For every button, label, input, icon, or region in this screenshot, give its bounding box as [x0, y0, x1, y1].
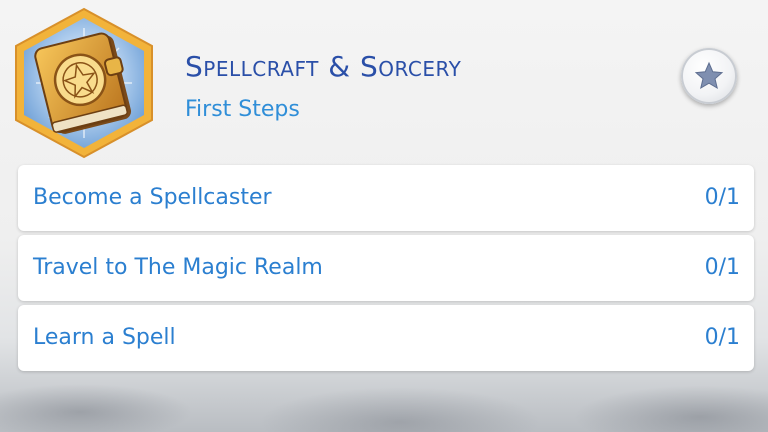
objective-list: Become a Spellcaster 0/1 Travel to The M…: [18, 165, 754, 375]
objective-label: Become a Spellcaster: [33, 185, 272, 210]
star-icon: [694, 61, 724, 90]
objective-row[interactable]: Travel to The Magic Realm 0/1: [18, 235, 754, 301]
objective-label: Travel to The Magic Realm: [33, 255, 323, 280]
aspiration-badge: [11, 6, 157, 160]
objective-progress: 0/1: [704, 255, 740, 280]
spellbook-icon: [15, 7, 153, 159]
objective-progress: 0/1: [704, 325, 740, 350]
aspiration-title: Spellcraft & Sorcery: [185, 50, 462, 83]
objective-row[interactable]: Become a Spellcaster 0/1: [18, 165, 754, 231]
objective-row[interactable]: Learn a Spell 0/1: [18, 305, 754, 371]
milestone-subtitle: First Steps: [185, 97, 300, 122]
objective-label: Learn a Spell: [33, 325, 176, 350]
objective-progress: 0/1: [704, 185, 740, 210]
favorite-button[interactable]: [681, 48, 737, 104]
